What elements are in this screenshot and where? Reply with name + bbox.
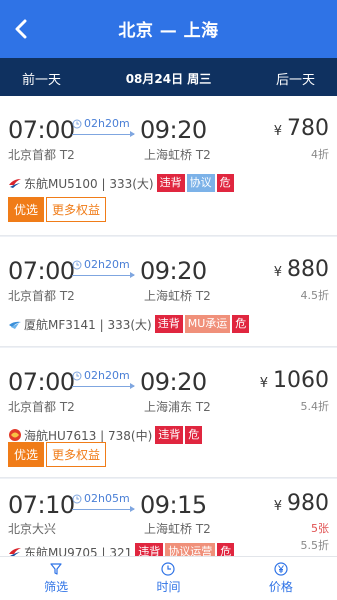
flight-duration: 02h20m <box>84 258 130 271</box>
price-value: 1060 <box>273 368 329 393</box>
clock-icon <box>72 494 82 503</box>
departure-airport: 北京大兴 <box>8 522 57 536</box>
currency-symbol: ¥ <box>273 124 282 139</box>
price: ¥ 980 <box>274 491 329 516</box>
price-value: 980 <box>287 491 329 516</box>
tab-price-label: 价格 <box>268 580 293 594</box>
flight-info-row: 东航MU9705 | 321 违背 协议运营 危 <box>8 542 236 556</box>
price: ¥ 780 <box>274 116 329 141</box>
policy-violation-tag: 违背 <box>154 315 183 333</box>
yen-circle-icon <box>274 562 288 576</box>
risk-tag: 危 <box>185 426 203 444</box>
arrival-airport: 上海虹桥 T2 <box>144 289 211 303</box>
more-benefits-button[interactable]: 更多权益 <box>46 197 107 222</box>
flight-card[interactable]: 07:00 02h20m 09:20 ¥ 880 北京首都 T2 上海虹桥 T2… <box>0 237 337 347</box>
filter-icon <box>50 563 62 575</box>
flight-info-row: 厦航MF3141 | 333(大) 违背 MU承运 危 <box>8 314 251 334</box>
duration-arrow <box>72 272 135 278</box>
departure-airport: 北京首都 T2 <box>8 289 75 303</box>
duration-indicator: 02h20m <box>72 258 136 278</box>
duration-indicator: 02h20m <box>72 369 136 389</box>
arrival-airport: 上海虹桥 T2 <box>144 148 211 162</box>
currency-symbol: ¥ <box>259 376 268 391</box>
arrival-airport: 上海虹桥 T2 <box>144 522 211 536</box>
risk-tag: 危 <box>232 315 250 333</box>
next-day-button[interactable]: 后一天 <box>276 69 315 88</box>
flight-card[interactable]: 07:10 02h05m 09:15 ¥ 980 北京大兴 上海虹桥 T2 5张… <box>0 479 337 556</box>
clock-icon <box>161 562 176 576</box>
duration-arrow <box>72 131 135 137</box>
card-actions: 优选 更多权益 <box>8 197 107 222</box>
tab-time[interactable]: 时间 <box>112 557 224 600</box>
departure-time: 07:00 <box>8 116 75 144</box>
duration-indicator: 02h05m <box>72 492 136 512</box>
flight-card[interactable]: 07:00 02h20m 09:20 ¥ 1060 北京首都 T2 上海浦东 T… <box>0 348 337 478</box>
flight-number: 东航MU5100 | 333(大) <box>24 176 154 191</box>
flight-info-row: 东航MU5100 | 333(大) 违背 协议 危 <box>8 173 236 193</box>
risk-tag: 危 <box>216 174 234 192</box>
currency-symbol: ¥ <box>273 265 282 280</box>
hainan-airlines-logo-icon <box>9 429 21 441</box>
policy-violation-tag: 违背 <box>155 426 184 444</box>
risk-tag: 危 <box>217 543 235 556</box>
card-actions: 优选 更多权益 <box>8 442 107 467</box>
flight-list: 07:00 02h20m 09:20 ¥ 780 北京首都 T2 上海虹桥 T2… <box>0 96 337 556</box>
discount: 4折 <box>311 148 329 161</box>
policy-violation-tag: 违背 <box>135 543 164 556</box>
flight-duration: 02h20m <box>84 117 130 130</box>
flight-number: 厦航MF3141 | 333(大) <box>24 317 152 332</box>
price-value: 880 <box>287 257 329 282</box>
departure-time: 07:00 <box>8 257 75 285</box>
arrival-time: 09:15 <box>140 491 207 519</box>
more-benefits-button[interactable]: 更多权益 <box>46 442 107 467</box>
price: ¥ 1060 <box>260 368 329 393</box>
duration-arrow <box>72 506 135 512</box>
tab-filter[interactable]: 筛选 <box>0 557 112 600</box>
departure-airport: 北京首都 T2 <box>8 400 75 414</box>
price-value: 780 <box>287 116 329 141</box>
xiamen-airlines-logo-icon <box>9 321 21 329</box>
discount: 4.5折 <box>300 289 330 302</box>
departure-time: 07:00 <box>8 368 75 396</box>
bottom-tab-bar: 筛选 时间 价格 <box>0 556 337 600</box>
agreement-operation-tag: 协议运营 <box>165 543 216 556</box>
departure-time: 07:10 <box>8 491 75 519</box>
tab-time-label: 时间 <box>156 580 181 594</box>
flight-duration: 02h20m <box>84 369 130 382</box>
preferred-button[interactable]: 优选 <box>8 442 45 467</box>
agreement-tag: 协议 <box>186 174 215 192</box>
departure-airport: 北京首都 T2 <box>8 148 75 162</box>
duration-indicator: 02h20m <box>72 117 136 137</box>
flight-duration: 02h05m <box>84 492 130 505</box>
route-title: 北京 — 上海 <box>118 21 219 41</box>
china-eastern-logo-icon <box>9 179 21 188</box>
flight-number: 东航MU9705 | 321 <box>24 545 133 557</box>
discount: 5.5折 <box>300 539 330 552</box>
clock-icon <box>72 260 82 269</box>
tab-price[interactable]: 价格 <box>225 557 337 600</box>
flight-card[interactable]: 07:00 02h20m 09:20 ¥ 780 北京首都 T2 上海虹桥 T2… <box>0 96 337 236</box>
china-eastern-logo-icon <box>9 548 21 556</box>
date-bar: 前一天 08月24日 周三 后一天 <box>0 58 337 96</box>
flight-number: 海航HU7613 | 738(中) <box>24 428 153 443</box>
discount: 5.4折 <box>300 400 330 413</box>
policy-violation-tag: 违背 <box>156 174 185 192</box>
clock-icon <box>72 119 82 128</box>
tab-filter-label: 筛选 <box>44 580 69 594</box>
arrival-airport: 上海浦东 T2 <box>144 400 211 414</box>
seats-remaining: 5张 <box>311 522 329 535</box>
title-bar: 北京 — 上海 <box>0 0 337 58</box>
currency-symbol: ¥ <box>273 499 282 514</box>
price: ¥ 880 <box>274 257 329 282</box>
arrival-time: 09:20 <box>140 116 207 144</box>
operated-by-tag: MU承运 <box>184 315 231 333</box>
duration-arrow <box>72 383 135 389</box>
preferred-button[interactable]: 优选 <box>8 197 45 222</box>
arrival-time: 09:20 <box>140 368 207 396</box>
clock-icon <box>72 371 82 380</box>
arrival-time: 09:20 <box>140 257 207 285</box>
